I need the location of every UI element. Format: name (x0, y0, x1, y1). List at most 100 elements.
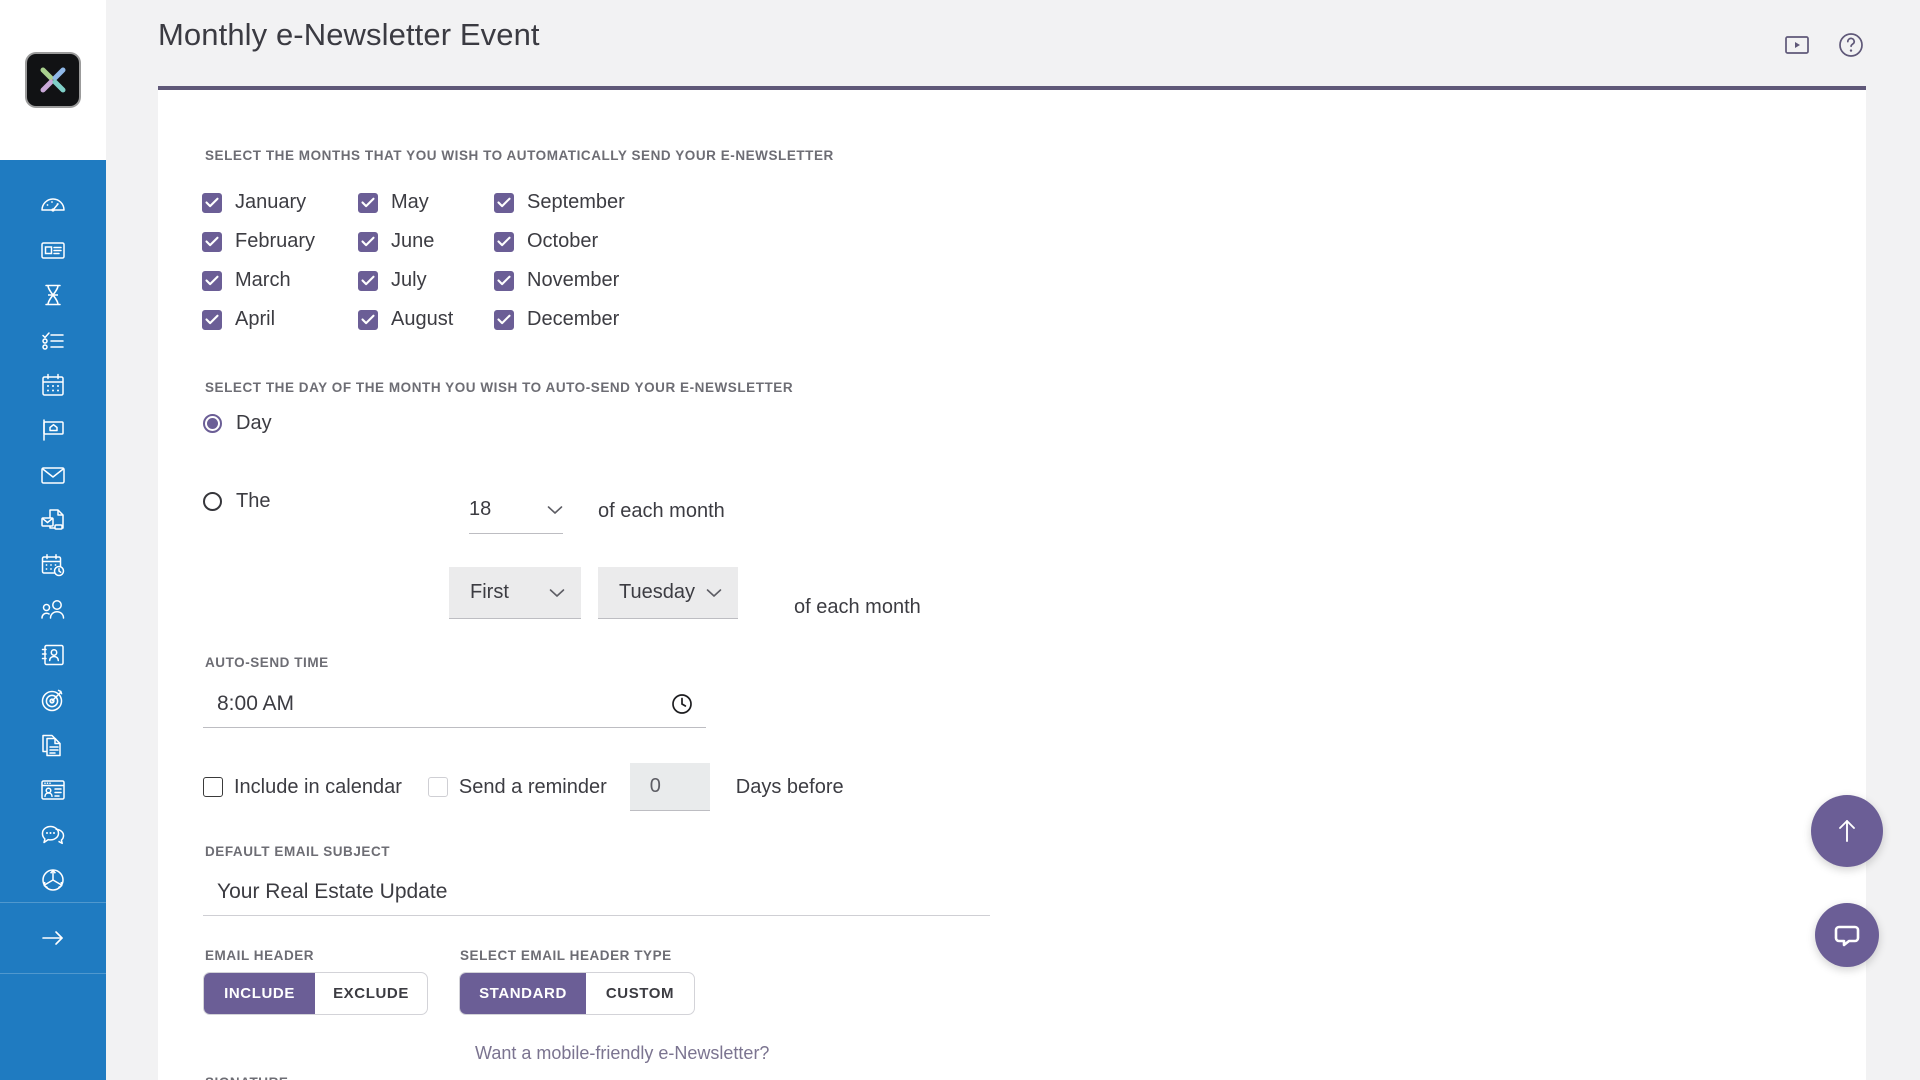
weekday-value: Tuesday (619, 581, 695, 603)
sidebar-item-groups[interactable] (0, 587, 106, 632)
month-label: December (527, 308, 620, 330)
scroll-to-top-button[interactable] (1811, 795, 1883, 867)
sidebar-item-address-book[interactable] (0, 632, 106, 677)
sidebar-item-dashboard[interactable] (0, 182, 106, 227)
check-icon (205, 236, 219, 247)
sidebar-item-scheduled[interactable] (0, 542, 106, 587)
default-email-subject-field[interactable]: Your Real Estate Update (203, 868, 990, 916)
logo-cell (0, 0, 106, 160)
people-icon (41, 599, 65, 619)
day-option-row: Day (203, 412, 272, 435)
month-label: April (235, 308, 276, 330)
chevron-down-icon (706, 588, 722, 597)
radio-day-option[interactable] (203, 414, 222, 433)
app-logo[interactable] (27, 54, 79, 106)
month-checkbox-april[interactable]: April (202, 300, 358, 339)
month-label: July (391, 269, 427, 291)
email-header-type-toggle-group: STANDARD CUSTOM (459, 972, 695, 1015)
sidebar-item-contacts-card[interactable] (0, 227, 106, 272)
checkbox-icon[interactable] (202, 192, 222, 213)
support-chat-button[interactable] (1815, 903, 1879, 967)
month-checkbox-june[interactable]: June (358, 222, 494, 261)
sidebar-item-website[interactable] (0, 767, 106, 812)
sidebar-item-share[interactable] (0, 857, 106, 902)
sidebar-item-email[interactable] (0, 452, 106, 497)
checkbox-icon[interactable] (494, 270, 514, 291)
months-section-label: SELECT THE MONTHS THAT YOU WISH TO AUTOM… (205, 148, 834, 163)
days-before-input[interactable] (629, 763, 710, 811)
month-checkbox-october[interactable]: October (494, 222, 625, 261)
day-of-month-dropdown[interactable]: 18 (469, 498, 563, 534)
email-header-toggle-group: INCLUDE EXCLUDE (203, 972, 428, 1015)
month-checkbox-january[interactable]: January (202, 183, 358, 222)
page-title: Monthly e-Newsletter Event (158, 17, 540, 52)
checkbox-icon[interactable] (202, 270, 222, 291)
include-in-calendar-checkbox[interactable] (203, 777, 223, 797)
checkbox-icon[interactable] (494, 309, 514, 330)
send-a-reminder-checkbox[interactable] (427, 777, 448, 797)
header-type-custom-option[interactable]: CUSTOM (586, 973, 694, 1014)
day-of-month-value: 18 (469, 498, 492, 520)
month-checkbox-july[interactable]: July (358, 261, 494, 300)
sidebar-filler (0, 974, 106, 1080)
month-checkbox-august[interactable]: August (358, 300, 494, 339)
checkbox-icon[interactable] (494, 231, 514, 252)
weekday-dropdown[interactable]: Tuesday (598, 567, 738, 619)
email-header-exclude-option[interactable]: EXCLUDE (315, 973, 427, 1014)
check-icon (361, 197, 375, 208)
checkbox-icon[interactable] (202, 231, 222, 252)
month-checkbox-may[interactable]: May (358, 183, 494, 222)
the-suffix-label: of each month (794, 596, 921, 618)
checkbox-icon[interactable] (358, 192, 378, 213)
checkbox-icon[interactable] (358, 309, 378, 330)
months-checkbox-grid: January May September February June Octo… (202, 183, 625, 339)
pipeline-icon (45, 284, 61, 305)
sidebar-item-documents[interactable] (0, 722, 106, 767)
auto-send-time-value: 8:00 AM (217, 691, 295, 715)
calendar-icon (42, 373, 64, 396)
sidebar-item-pipeline[interactable] (0, 272, 106, 317)
ordinal-dropdown[interactable]: First (449, 567, 581, 619)
header-actions (1784, 32, 1864, 58)
video-play-icon[interactable] (1784, 34, 1810, 56)
email-header-label: EMAIL HEADER (205, 948, 315, 963)
sidebar (0, 0, 106, 1080)
day-section-label: SELECT THE DAY OF THE MONTH YOU WISH TO … (205, 380, 794, 395)
help-circle-icon[interactable] (1838, 32, 1864, 58)
sidebar-item-messages[interactable] (0, 812, 106, 857)
check-icon (497, 314, 511, 325)
checkbox-icon[interactable] (494, 192, 514, 213)
month-checkbox-november[interactable]: November (494, 261, 625, 300)
auto-send-time-field[interactable]: 8:00 AM (203, 680, 706, 728)
days-before-label: Days before (735, 775, 844, 798)
month-checkbox-february[interactable]: February (202, 222, 358, 261)
sidebar-item-tasks[interactable] (0, 317, 106, 362)
sidebar-item-goals[interactable] (0, 677, 106, 722)
checkbox-icon[interactable] (358, 270, 378, 291)
radio-the-option[interactable] (203, 492, 222, 511)
checkbox-icon[interactable] (202, 309, 222, 330)
app-logo-icon (40, 67, 66, 93)
sidebar-item-listings[interactable] (0, 407, 106, 452)
month-label: March (235, 269, 291, 291)
for-sale-sign-icon (43, 418, 64, 441)
sidebar-item-calendar[interactable] (0, 362, 106, 407)
month-label: August (391, 308, 454, 330)
month-checkbox-march[interactable]: March (202, 261, 358, 300)
default-email-subject-value: Your Real Estate Update (217, 879, 448, 903)
month-checkbox-december[interactable]: December (494, 300, 625, 339)
reminder-row: Include in calendar Send a reminder Days… (203, 763, 844, 811)
clock-icon[interactable] (670, 692, 694, 716)
header-type-standard-option[interactable]: STANDARD (460, 973, 586, 1014)
sidebar-item-campaigns[interactable] (0, 497, 106, 542)
month-checkbox-september[interactable]: September (494, 183, 625, 222)
settings-card: SELECT THE MONTHS THAT YOU WISH TO AUTOM… (158, 86, 1866, 1080)
month-label: January (235, 191, 307, 213)
documents-icon (42, 734, 61, 756)
email-header-include-option[interactable]: INCLUDE (204, 973, 315, 1014)
webpage-profile-icon (41, 779, 65, 800)
sidebar-expand-button[interactable] (0, 903, 106, 973)
checkbox-icon[interactable] (358, 231, 378, 252)
mobile-friendly-newsletter-link[interactable]: Want a mobile-friendly e-Newsletter? (475, 1043, 769, 1064)
check-icon (205, 197, 219, 208)
